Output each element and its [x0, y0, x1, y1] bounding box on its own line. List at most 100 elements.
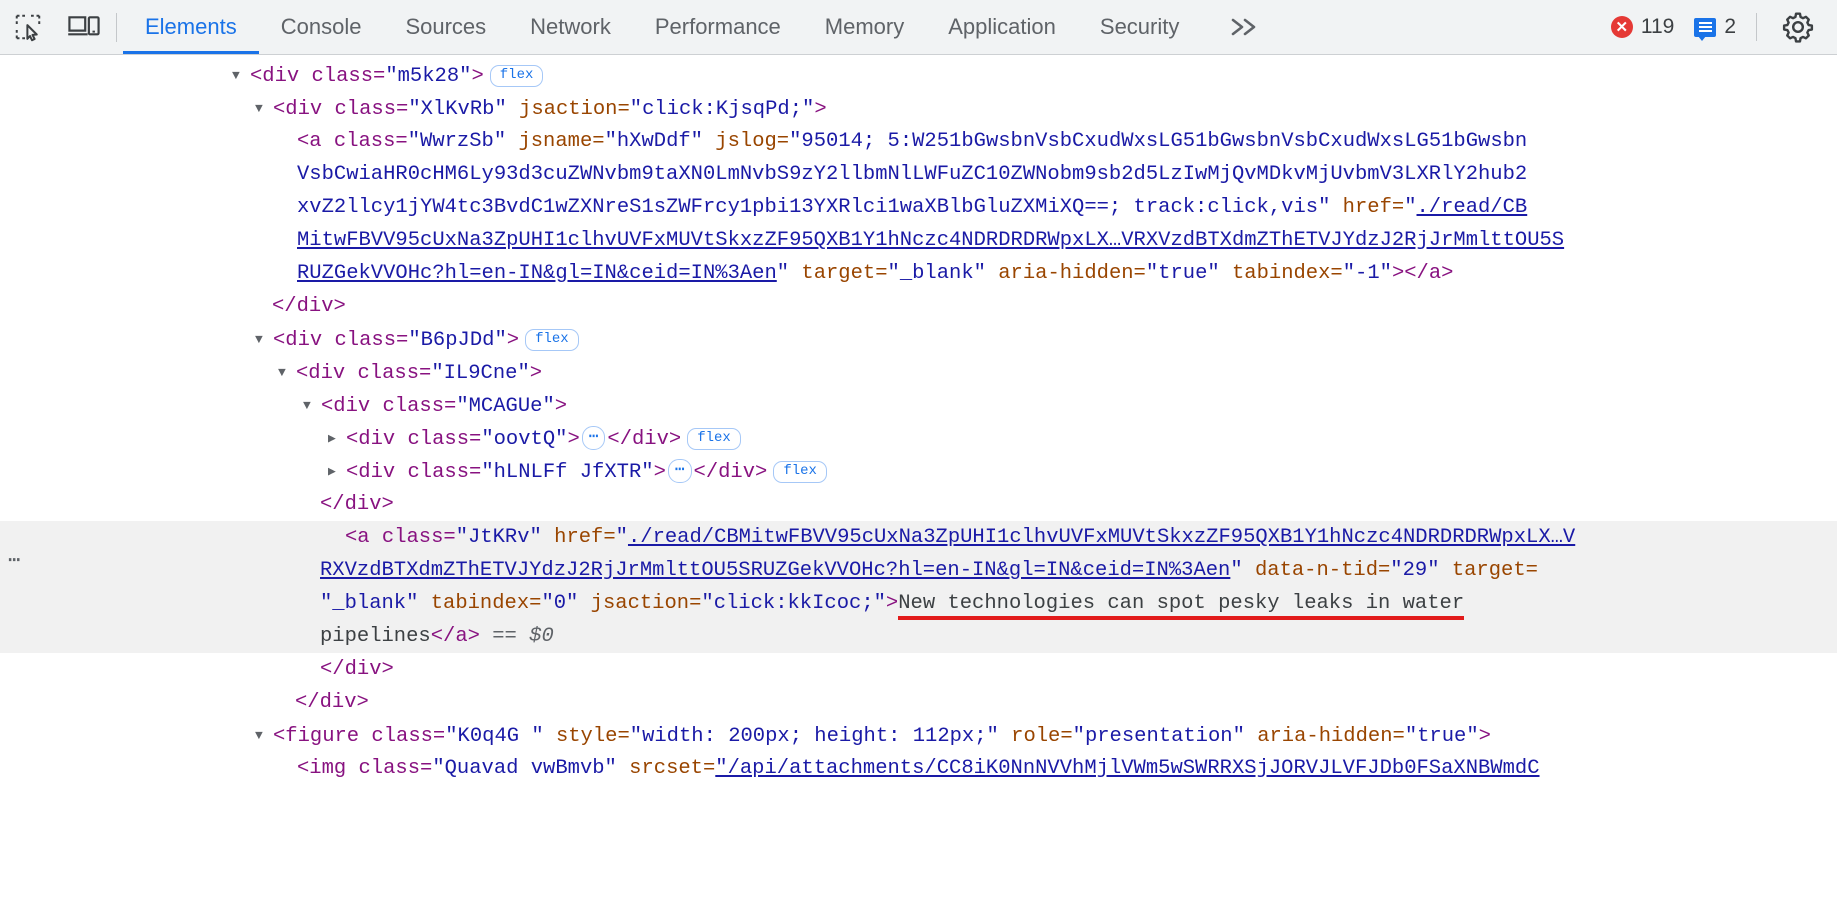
quote: "	[776, 262, 790, 285]
message-count-badge[interactable]: 2	[1684, 15, 1746, 41]
href-link[interactable]: ./read/CB	[1417, 196, 1528, 219]
attr-value: "95014; 5:W251bGwsbnVsbCxudWxsLG51bGwsbn…	[789, 130, 1528, 153]
attr-value: "K0q4G "	[445, 725, 544, 748]
attr-value: "click:kkIcoc;"	[701, 592, 886, 615]
tab-security[interactable]: Security	[1078, 0, 1201, 54]
tab-label: Performance	[654, 14, 781, 39]
href-link-cont[interactable]: RUZGekVVOHc?hl=en-IN&gl=IN&ceid=IN%3Aen	[297, 262, 777, 285]
tab-memory[interactable]: Memory	[803, 0, 926, 54]
tag-close: >	[471, 65, 484, 88]
tag-close: >	[567, 428, 580, 451]
attr-name: aria-hidden=	[1244, 725, 1405, 748]
href-link-cont[interactable]: MitwFBVV95cUxNa3ZpUHI1clhvUVFxMUVtSkxzZF…	[297, 229, 1564, 252]
flex-badge[interactable]: flex	[489, 65, 544, 87]
gear-icon[interactable]	[1767, 10, 1829, 44]
dom-node-row[interactable]: <div class="MCAGUe">	[0, 389, 1837, 422]
dom-tree[interactable]: <div class="m5k28">flex <div class="XlKv…	[0, 55, 1837, 898]
attr-value: "click:KjsqPd;"	[629, 98, 815, 121]
attr-name: jsaction=	[578, 592, 702, 615]
attr-value: "width: 200px; height: 112px;"	[629, 725, 999, 748]
text-node-cont: pipelines	[320, 625, 431, 648]
dom-node-row[interactable]: <figure class="K0q4G " style="width: 200…	[0, 719, 1837, 752]
tab-label: Sources	[405, 14, 487, 39]
dom-node-row[interactable]: </div>	[0, 653, 1837, 686]
attr-value: "true"	[1404, 725, 1479, 748]
tag-open: <div class=	[273, 329, 409, 352]
dom-node-row[interactable]: <a class="WwrzSb" jsname="hXwDdf" jslog=…	[0, 125, 1837, 290]
quote: "	[1230, 559, 1243, 582]
dom-node-row[interactable]: <div class="oovtQ">⋯</div>flex	[0, 422, 1837, 455]
expand-triangle-icon[interactable]	[232, 59, 250, 92]
flex-badge[interactable]: flex	[687, 428, 741, 450]
expand-triangle-icon[interactable]	[255, 323, 273, 356]
message-count: 2	[1724, 15, 1736, 38]
expand-triangle-icon[interactable]	[255, 92, 273, 125]
tag-close: >	[1478, 725, 1491, 748]
attr-name: jsaction=	[506, 98, 630, 121]
dom-node-row[interactable]: </div>	[0, 290, 1837, 323]
expand-triangle-icon[interactable]	[303, 389, 321, 422]
tab-application[interactable]: Application	[926, 0, 1078, 54]
dom-node-row[interactable]: <div class="IL9Cne">	[0, 356, 1837, 389]
tab-label: Application	[948, 14, 1056, 39]
tab-network[interactable]: Network	[508, 0, 633, 54]
tab-sources[interactable]: Sources	[383, 0, 508, 54]
dom-node-row[interactable]: <div class="XlKvRb" jsaction="click:Kjsq…	[0, 92, 1837, 125]
attr-value: "oovtQ"	[481, 428, 568, 451]
attr-name: target=	[789, 262, 888, 285]
flex-badge[interactable]: flex	[525, 329, 579, 351]
collapse-triangle-icon[interactable]	[328, 422, 346, 455]
tag-close: >	[506, 329, 520, 352]
attr-value: "JtKRv"	[455, 526, 542, 549]
text-node-highlighted: New technologies can spot pesky leaks in…	[898, 592, 1465, 620]
dom-node-row[interactable]: </div>	[0, 686, 1837, 719]
tag-close: >	[529, 362, 543, 385]
expand-ellipsis-icon[interactable]: ⋯	[667, 459, 692, 483]
dom-node-row[interactable]: <div class="hLNLFf JfXTR">⋯</div>flex	[0, 455, 1837, 488]
dom-node-row-selected[interactable]: ⋯ <a class="JtKRv" href="./read/CBMitwFB…	[0, 521, 1837, 653]
attr-value: "hLNLFf JfXTR"	[481, 461, 654, 484]
attr-name: tabindex=	[1219, 262, 1343, 285]
dom-node-row[interactable]: <div class="B6pJDd">flex	[0, 323, 1837, 356]
attr-value-cont: VsbCwiaHR0cHM6Ly93d3cuZWNvbm9taXN0LmNvbS…	[297, 163, 1528, 186]
href-link-cont[interactable]: RXVzdBTXdmZThETVJYdzJ2RjJrMmlttOU5SRUZGe…	[320, 559, 1230, 582]
href-link[interactable]: ./read/CBMitwFBVV95cUxNa3ZpUHI1clhvUVFxM…	[628, 526, 1575, 549]
inspect-element-icon[interactable]	[0, 0, 56, 54]
tag-open: <div class=	[296, 362, 432, 385]
tag-open: <div class=	[273, 98, 409, 121]
flex-badge[interactable]: flex	[773, 461, 827, 483]
attr-value: "_blank"	[887, 262, 986, 285]
toolbar-divider	[116, 13, 117, 42]
expand-ellipsis-icon[interactable]: ⋯	[581, 426, 606, 450]
tab-console[interactable]: Console	[259, 0, 384, 54]
device-toolbar-icon[interactable]	[56, 0, 112, 54]
expand-triangle-icon[interactable]	[278, 356, 296, 389]
tab-elements[interactable]: Elements	[123, 0, 259, 54]
error-count: 119	[1640, 15, 1675, 38]
attr-name: jsname=	[506, 130, 605, 153]
more-tabs-icon[interactable]	[1201, 0, 1289, 54]
tag-open: <div class=	[346, 428, 482, 451]
expand-triangle-icon[interactable]	[255, 719, 273, 752]
attr-name: data-n-tid=	[1242, 559, 1391, 582]
closing-tag: </div>	[693, 461, 768, 484]
tab-label: Network	[530, 14, 611, 39]
selected-node-marker: == $0	[492, 625, 554, 648]
tab-label: Security	[1099, 14, 1180, 39]
dom-node-row[interactable]: <div class="m5k28">flex	[0, 59, 1837, 92]
attr-value: "MCAGUe"	[456, 395, 555, 418]
collapse-triangle-icon[interactable]	[328, 455, 346, 488]
attr-name: target=	[1439, 559, 1538, 582]
tag-open: <div class=	[346, 461, 482, 484]
node-overflow-menu-icon[interactable]: ⋯	[8, 545, 21, 578]
dom-node-row[interactable]: </div>	[0, 488, 1837, 521]
attr-name: style=	[543, 725, 630, 748]
error-count-badge[interactable]: ✕ 119	[1601, 15, 1684, 39]
tab-label: Elements	[145, 14, 237, 39]
tab-performance[interactable]: Performance	[633, 0, 803, 54]
toolbar-right-group: ✕ 119 2	[1601, 0, 1837, 54]
dom-node-row[interactable]: <img class="Quavad vwBmvb" srcset="/api/…	[0, 752, 1837, 785]
attr-name: aria-hidden=	[985, 262, 1146, 285]
srcset-link[interactable]: "/api/attachments/CC8iK0NnNVVhMjlVWm5wSW…	[715, 757, 1539, 780]
attr-value: "m5k28"	[385, 65, 472, 88]
